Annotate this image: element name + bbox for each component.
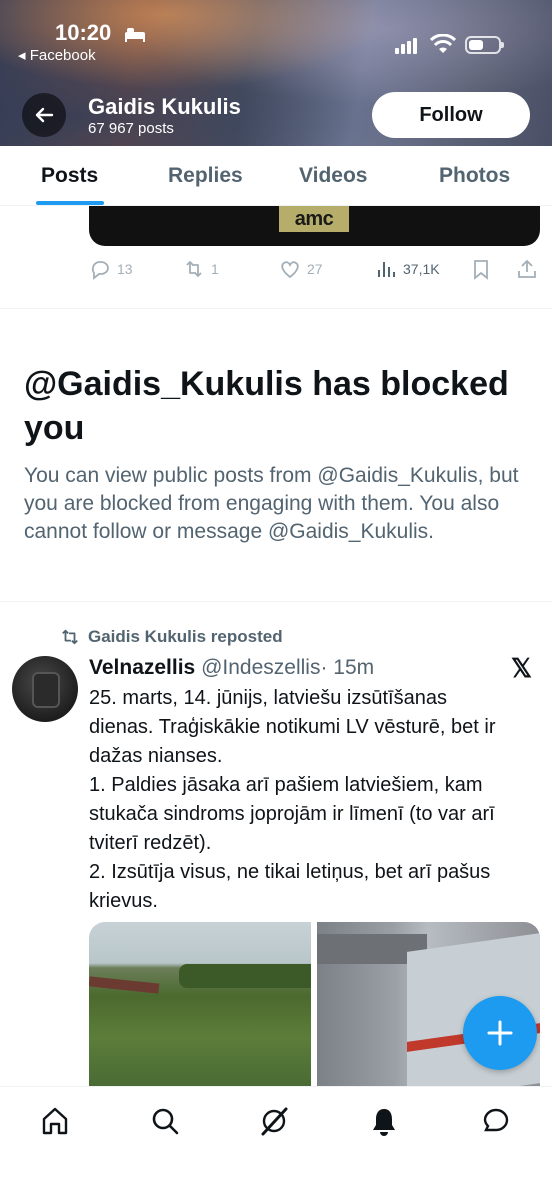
follow-button[interactable]: Follow [372, 92, 530, 138]
reply-icon [91, 261, 109, 280]
post-text-line: 25. marts, 14. jūnijs, latviešu izsūtīša… [89, 687, 447, 709]
repost-indicator[interactable]: Gaidis Kukulis reposted [60, 627, 283, 647]
arrow-left-icon [35, 107, 54, 123]
share-icon [518, 259, 536, 278]
post-text-line: 1. Paldies jāsaka arī pašiem latviešiem,… [89, 774, 483, 796]
post-image[interactable] [89, 922, 311, 1086]
views-button[interactable]: 37,1K [375, 258, 440, 280]
tab-posts[interactable]: Posts [41, 164, 98, 188]
bookmark-icon [474, 260, 488, 280]
post-text-line: tviterī redzēt). [89, 832, 212, 854]
post-text-line: dažas nianses. [89, 745, 223, 767]
back-button[interactable] [22, 93, 66, 137]
home-icon [42, 1107, 68, 1135]
post-count: 67 967 posts [88, 120, 174, 137]
reply-count: 13 [117, 261, 133, 277]
repost-icon [62, 629, 78, 645]
share-button[interactable] [516, 258, 538, 280]
profile-name: Gaidis Kukulis [88, 94, 241, 119]
like-count: 27 [307, 261, 323, 277]
post-text-line: stukača sindroms joprojām ir līmenī (to … [89, 803, 495, 825]
heart-icon [281, 261, 299, 279]
cellular-signal-icon [395, 38, 417, 54]
nav-home[interactable] [37, 1103, 73, 1139]
tab-videos[interactable]: Videos [299, 164, 367, 188]
author-name[interactable]: Velnazellis [89, 656, 195, 679]
nav-notifications[interactable] [366, 1103, 402, 1139]
nav-messages[interactable] [478, 1103, 514, 1139]
post-text-line: krievus. [89, 890, 158, 912]
blocked-description: You can view public posts from @Gaidis_K… [24, 464, 519, 543]
battery-icon [465, 36, 504, 54]
post-text: 25. marts, 14. jūnijs, latviešu izsūtīša… [89, 684, 539, 916]
notifications-icon [373, 1109, 395, 1136]
tab-photos[interactable]: Photos [439, 164, 510, 188]
active-tab-indicator [36, 201, 104, 205]
grok-icon [261, 1107, 288, 1136]
back-to-app-link[interactable]: ◂ Facebook [18, 46, 96, 64]
reply-button[interactable]: 13 [89, 258, 133, 280]
blocked-title: @Gaidis_Kukulis has blocked you [24, 365, 509, 447]
profile-header: 10:20 ◂ Facebook Gaidis Kukulis 67 967 p… [0, 0, 552, 146]
reposted-by: Gaidis Kukulis reposted [88, 627, 283, 646]
bookmark-button[interactable] [470, 258, 492, 280]
divider [0, 601, 552, 602]
divider [0, 308, 552, 309]
repost-icon [186, 261, 202, 277]
nav-grok[interactable] [256, 1103, 292, 1139]
status-time: 10:20 [55, 20, 112, 45]
repost-count: 1 [211, 261, 219, 277]
search-icon [152, 1108, 179, 1135]
like-button[interactable]: 27 [279, 258, 323, 280]
nav-search[interactable] [147, 1103, 183, 1139]
amc-logo: amc [279, 206, 349, 232]
post-actions: 13 1 27 37,1K [89, 258, 540, 282]
x-logo-icon[interactable]: 𝕏 [511, 653, 532, 684]
compose-button[interactable] [463, 996, 537, 1070]
avatar[interactable] [12, 656, 78, 722]
wifi-icon [430, 34, 456, 53]
post-time: · 15m [320, 656, 375, 679]
sleep-focus-icon [125, 28, 145, 42]
views-icon [378, 262, 395, 277]
post-text-line: 2. Izsūtīja visus, ne tikai letiņus, bet… [89, 861, 491, 883]
post-text-line: dienas. Traģiskākie notikumi LV vēsturē,… [89, 716, 496, 738]
messages-icon [483, 1108, 509, 1132]
tab-replies[interactable]: Replies [168, 164, 243, 188]
post-author: Velnazellis @Indeszellis· 15m [89, 656, 374, 680]
profile-tabs: Posts Replies Videos Photos [0, 146, 552, 206]
repost-button[interactable]: 1 [183, 258, 219, 280]
author-handle[interactable]: @Indeszellis [201, 656, 320, 679]
view-count: 37,1K [403, 261, 440, 277]
bottom-navigation [0, 1086, 552, 1200]
plus-icon [487, 1020, 513, 1046]
